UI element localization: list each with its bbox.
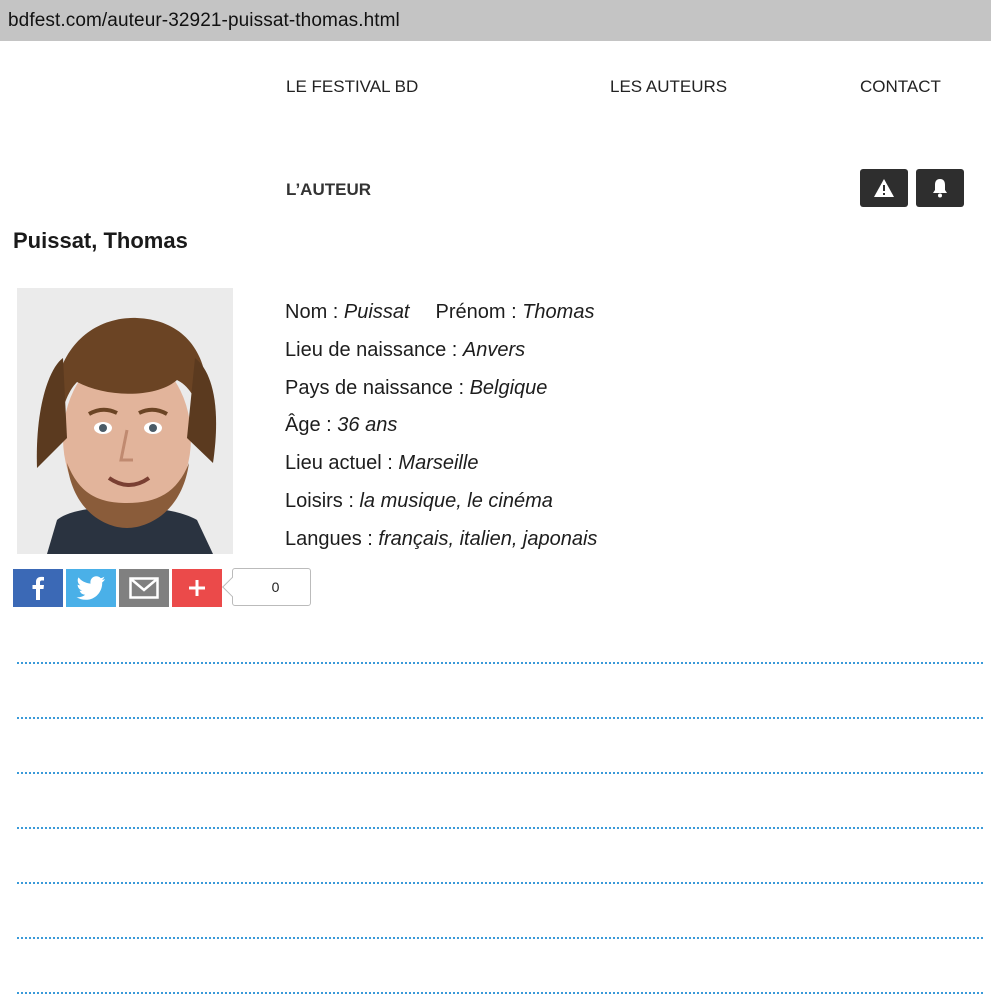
nav-le-festival-bd[interactable]: LE FESTIVAL BD [286,77,418,97]
age-label: Âge : [285,414,338,437]
warning-icon [874,179,894,197]
prenom-label: Prénom : [435,301,523,323]
facebook-icon [32,576,44,600]
twitter-icon [76,576,105,600]
address-bar[interactable]: bdfest.com/auteur-32921-puissat-thomas.h… [0,0,991,41]
info-row-lieu-naissance: Lieu de naissance : Anvers [285,332,597,370]
nom-value: Puissat [343,301,410,323]
share-count: 0 [232,568,311,606]
divider-line [17,772,983,774]
info-row-loisirs: Loisirs : la musique, le cinéma [285,483,597,521]
divider-line [17,717,983,719]
langues-value: français, italien, japonais [378,527,598,550]
author-photo [17,288,233,554]
lieu-actuel-value: Marseille [398,452,479,475]
pays-value: Belgique [469,376,548,399]
age-value: 36 ans [337,414,398,437]
langues-label: Langues : [285,527,379,550]
section-label-auteur: L’AUTEUR [286,180,371,199]
info-row-nom: Nom : Puissat Prénom : Thomas [285,294,597,332]
share-more-button[interactable] [172,569,222,607]
page-title: Puissat, Thomas [13,228,188,253]
loisirs-label: Loisirs : [285,489,360,512]
report-button[interactable] [860,169,908,207]
author-details: Nom : Puissat Prénom : Thomas Lieu de nai… [285,294,597,559]
info-row-pays: Pays de naissance : Belgique [285,370,597,408]
share-facebook-button[interactable] [13,569,63,607]
share-email-button[interactable] [119,569,169,607]
divider-line [17,882,983,884]
pays-label: Pays de naissance : [285,376,470,399]
bell-icon [933,179,947,198]
share-twitter-button[interactable] [66,569,116,607]
nav-contact[interactable]: CONTACT [860,77,941,97]
plus-icon [189,580,205,596]
nom-label: Nom : [285,301,344,323]
lieu-actuel-label: Lieu actuel : [285,452,399,475]
lieu-naissance-label: Lieu de naissance : [285,338,463,361]
loisirs-value: la musique, le cinéma [359,489,553,512]
subscribe-alert-button[interactable] [916,169,964,207]
prenom-value: Thomas [522,301,595,323]
lieu-naissance-value: Anvers [462,338,526,361]
info-row-lieu-actuel: Lieu actuel : Marseille [285,445,597,483]
info-row-age: Âge : 36 ans [285,407,597,445]
divider-line [17,937,983,939]
divider-line [17,992,983,994]
nav-les-auteurs[interactable]: LES AUTEURS [610,77,727,97]
divider-line [17,827,983,829]
divider-line [17,662,983,664]
info-row-langues: Langues : français, italien, japonais [285,521,597,559]
mail-icon [129,577,159,599]
